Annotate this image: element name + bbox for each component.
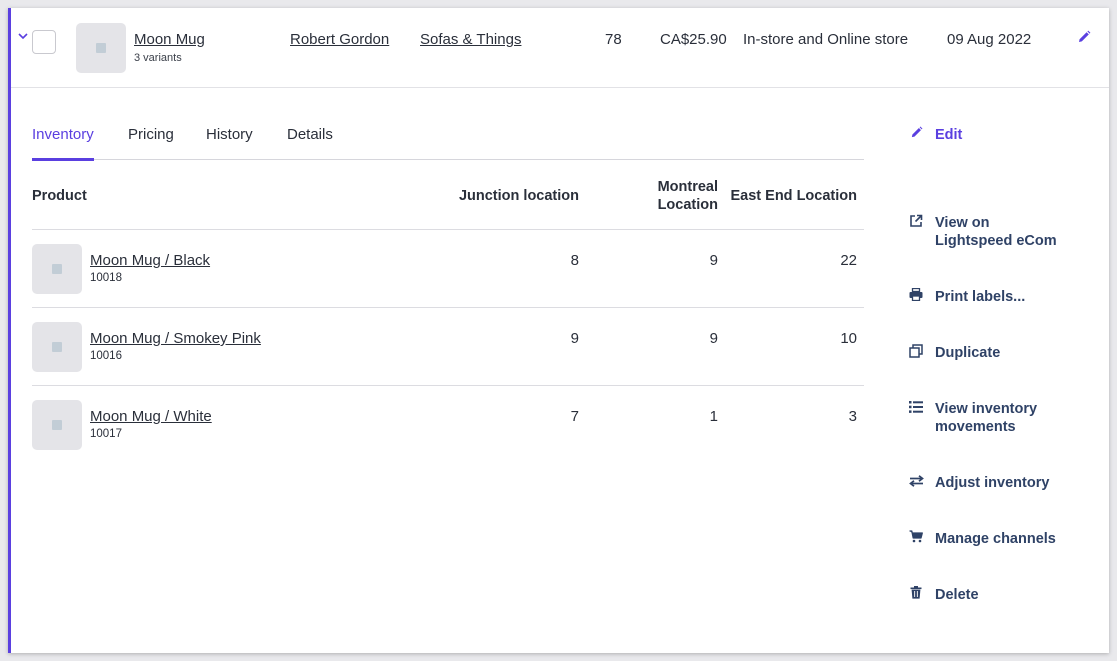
divider [32,229,864,230]
variant-sku: 10017 [90,428,122,440]
arrows-exchange-icon [907,474,925,492]
variant-name-link[interactable]: Moon Mug / Smokey Pink [90,330,261,347]
variant-sku: 10016 [90,350,122,362]
duplicate-label: Duplicate [935,345,1001,361]
column-header-junction: Junction location [458,188,579,204]
junction-qty: 9 [570,330,579,347]
duplicate-action[interactable]: Duplicate [907,344,1000,363]
manage-channels-label: Manage channels [935,531,1056,547]
divider [32,385,864,386]
image-placeholder-icon [52,264,62,274]
supplier-link[interactable]: Robert Gordon [290,31,389,48]
tab-pricing[interactable]: Pricing [128,126,174,160]
image-placeholder-icon [52,342,62,352]
divider [32,307,864,308]
quantity-value: 78 [605,31,622,48]
view-on-ecom-label: View on Lightspeed eCom [935,214,1057,250]
variant-name-link[interactable]: Moon Mug / White [90,408,212,425]
duplicate-icon [907,344,925,363]
tab-history[interactable]: History [206,126,253,160]
channels-value: In-store and Online store [743,31,909,48]
variant-sku: 10018 [90,272,122,284]
junction-qty: 7 [570,408,579,425]
montreal-qty: 9 [709,252,718,269]
view-inventory-movements-label-line1: View inventory [935,401,1038,417]
price-value: CA$25.90 [660,31,727,48]
view-on-ecom-label-line1: View on [935,215,990,231]
junction-qty: 8 [570,252,579,269]
column-header-product: Product [32,188,87,204]
print-labels-action[interactable]: Print labels... [907,287,1026,306]
product-name-link[interactable]: Moon Mug [134,31,205,48]
variant-name-link[interactable]: Moon Mug / Black [90,252,210,269]
edit-action[interactable]: Edit [907,126,962,144]
date-value: 09 Aug 2022 [947,31,1032,48]
adjust-inventory-action[interactable]: Adjust inventory [907,474,1049,492]
cart-icon [907,530,925,548]
product-card: Moon Mug 3 variants Robert Gordon Sofas … [8,8,1109,653]
variant-thumbnail [32,244,82,294]
column-header-montreal: Montreal Location [611,178,718,214]
tab-details[interactable]: Details [287,126,333,160]
row-checkbox[interactable] [32,30,56,54]
image-placeholder-icon [96,43,106,53]
view-on-ecom-label-line2: Lightspeed eCom [935,233,1057,249]
variant-thumbnail [32,322,82,372]
list-icon [907,400,925,418]
east-end-qty: 22 [840,252,857,269]
external-link-icon [907,214,925,233]
pencil-icon[interactable] [1077,30,1091,48]
product-thumbnail [76,23,126,73]
view-on-ecom-action[interactable]: View on Lightspeed eCom [907,214,1057,250]
trash-icon [907,586,925,604]
tab-bar: Inventory Pricing History Details [32,126,864,161]
manage-channels-action[interactable]: Manage channels [907,530,1056,548]
chevron-down-icon[interactable] [17,30,31,44]
printer-icon [907,287,925,306]
delete-label: Delete [935,587,979,603]
montreal-qty: 9 [709,330,718,347]
column-header-east-end: East End Location [730,188,858,204]
brand-link[interactable]: Sofas & Things [420,31,521,48]
view-inventory-movements-label-line2: movements [935,419,1016,435]
image-placeholder-icon [52,420,62,430]
product-summary-row: Moon Mug 3 variants Robert Gordon Sofas … [11,8,1109,88]
column-header-montreal-line1: Montreal [657,179,718,195]
edit-action-label: Edit [935,127,963,143]
delete-action[interactable]: Delete [907,586,979,604]
east-end-qty: 3 [848,408,857,425]
view-inventory-movements-action[interactable]: View inventory movements [907,400,1037,436]
variants-count: 3 variants [134,52,182,64]
tab-inventory[interactable]: Inventory [32,126,94,161]
view-inventory-movements-label: View inventory movements [935,400,1037,436]
pencil-icon [907,126,925,144]
print-labels-label: Print labels... [935,289,1026,305]
column-header-montreal-line2: Location [657,197,718,213]
variant-thumbnail [32,400,82,450]
montreal-qty: 1 [709,408,718,425]
east-end-qty: 10 [840,330,857,347]
adjust-inventory-label: Adjust inventory [935,475,1050,491]
